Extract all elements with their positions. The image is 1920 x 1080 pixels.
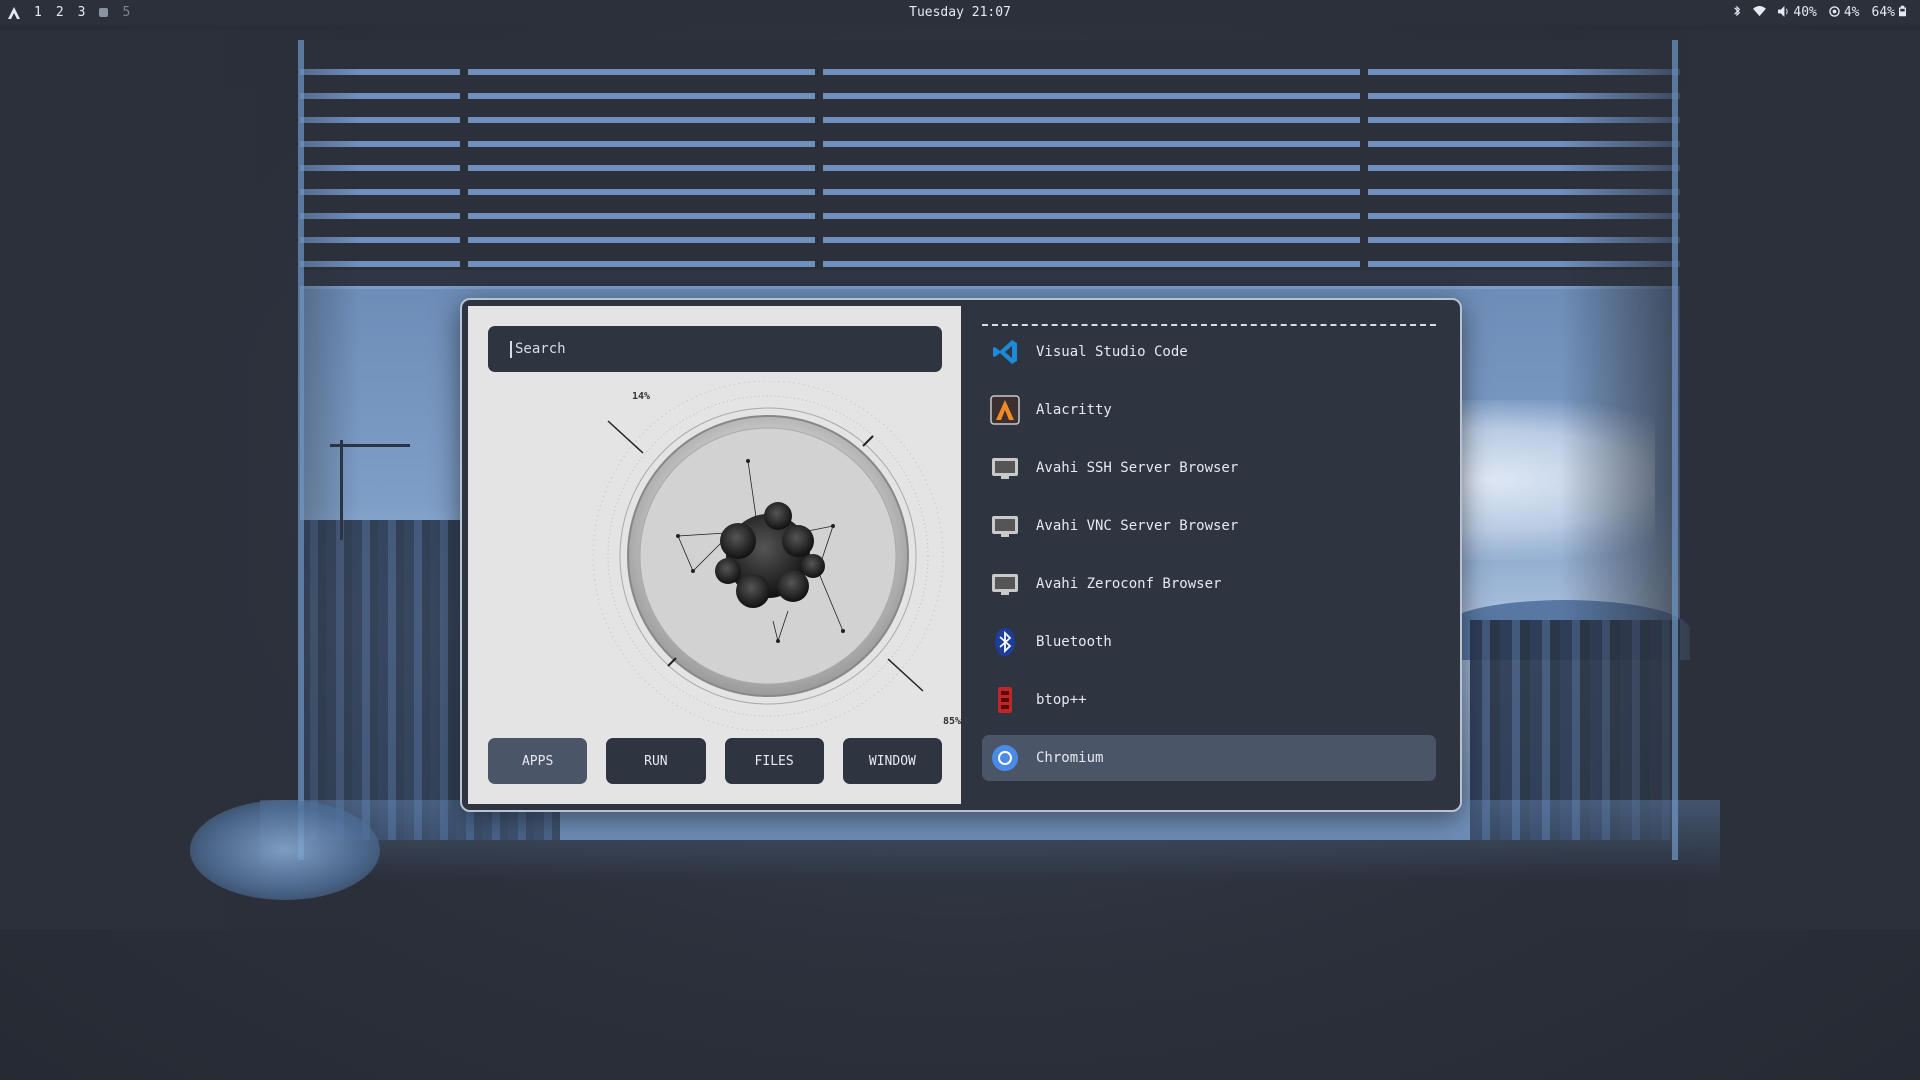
wifi-icon xyxy=(1753,5,1767,20)
app-item-bluetooth[interactable]: Bluetooth xyxy=(982,619,1436,665)
app-item-chromium[interactable]: Chromium xyxy=(982,735,1436,781)
launcher-artwork xyxy=(578,380,948,732)
system-tray: 40% 4% 64% xyxy=(1733,5,1906,20)
launcher-right-pane: Visual Studio Code Alacritty Avahi SSH S… xyxy=(962,300,1458,806)
bluetooth-status[interactable] xyxy=(1733,5,1741,20)
cpu-status[interactable]: 4% xyxy=(1829,5,1860,20)
app-launcher: 14% 85% APPS RUN FILES WINDOW Visual Stu… xyxy=(460,298,1462,812)
search-input[interactable] xyxy=(513,340,917,358)
btop-icon xyxy=(990,685,1020,715)
app-name: Avahi SSH Server Browser xyxy=(1036,460,1239,476)
bluetooth-icon xyxy=(1733,5,1741,20)
app-item-visual-studio-code[interactable]: Visual Studio Code xyxy=(982,329,1436,375)
stat-bottom: 85% xyxy=(943,716,962,727)
app-list: Visual Studio Code Alacritty Avahi SSH S… xyxy=(982,329,1436,793)
clock[interactable]: Tuesday 21:07 xyxy=(0,5,1920,20)
mode-switcher: APPS RUN FILES WINDOW xyxy=(488,738,942,784)
speaker-icon xyxy=(1778,5,1789,20)
battery-status[interactable]: 64% xyxy=(1872,5,1906,20)
launcher-left-pane: 14% 85% APPS RUN FILES WINDOW xyxy=(468,306,961,804)
app-item-avahi-ssh[interactable]: Avahi SSH Server Browser xyxy=(982,445,1436,491)
bluetooth-icon xyxy=(990,627,1020,657)
search-box[interactable] xyxy=(488,326,942,372)
battery-icon xyxy=(1899,5,1906,20)
app-name: Bluetooth xyxy=(1036,634,1112,650)
stat-top: 14% xyxy=(632,391,651,402)
app-name: Chromium xyxy=(1036,750,1104,766)
network-icon xyxy=(990,511,1020,541)
mode-files-button[interactable]: FILES xyxy=(724,738,824,784)
app-item-alacritty[interactable]: Alacritty xyxy=(982,387,1436,433)
app-name: Visual Studio Code xyxy=(1036,344,1188,360)
app-item-avahi-zeroconf[interactable]: Avahi Zeroconf Browser xyxy=(982,561,1436,607)
chromium-icon xyxy=(990,743,1020,773)
list-divider xyxy=(982,324,1436,326)
app-name: Avahi Zeroconf Browser xyxy=(1036,576,1222,592)
app-item-btop[interactable]: btop++ xyxy=(982,677,1436,723)
network-icon xyxy=(990,453,1020,483)
mode-run-button[interactable]: RUN xyxy=(606,738,706,784)
app-name: btop++ xyxy=(1036,692,1087,708)
app-name: Alacritty xyxy=(1036,402,1112,418)
app-name: Avahi VNC Server Browser xyxy=(1036,518,1239,534)
app-item-avahi-vnc[interactable]: Avahi VNC Server Browser xyxy=(982,503,1436,549)
wifi-status[interactable] xyxy=(1753,5,1767,20)
network-icon xyxy=(990,569,1020,599)
text-cursor xyxy=(510,340,512,358)
mode-apps-button[interactable]: APPS xyxy=(488,738,588,784)
cpu-icon xyxy=(1829,5,1840,20)
battery-value: 64% xyxy=(1871,5,1895,20)
vscode-icon xyxy=(990,337,1020,367)
mode-window-button[interactable]: WINDOW xyxy=(842,738,942,784)
top-bar: 1 2 3 5 Tuesday 21:07 40% 4% 64% xyxy=(0,0,1920,25)
volume-status[interactable]: 40% xyxy=(1778,5,1817,20)
cpu-value: 4% xyxy=(1843,5,1860,20)
volume-value: 40% xyxy=(1793,5,1817,20)
alacritty-icon xyxy=(990,395,1020,425)
